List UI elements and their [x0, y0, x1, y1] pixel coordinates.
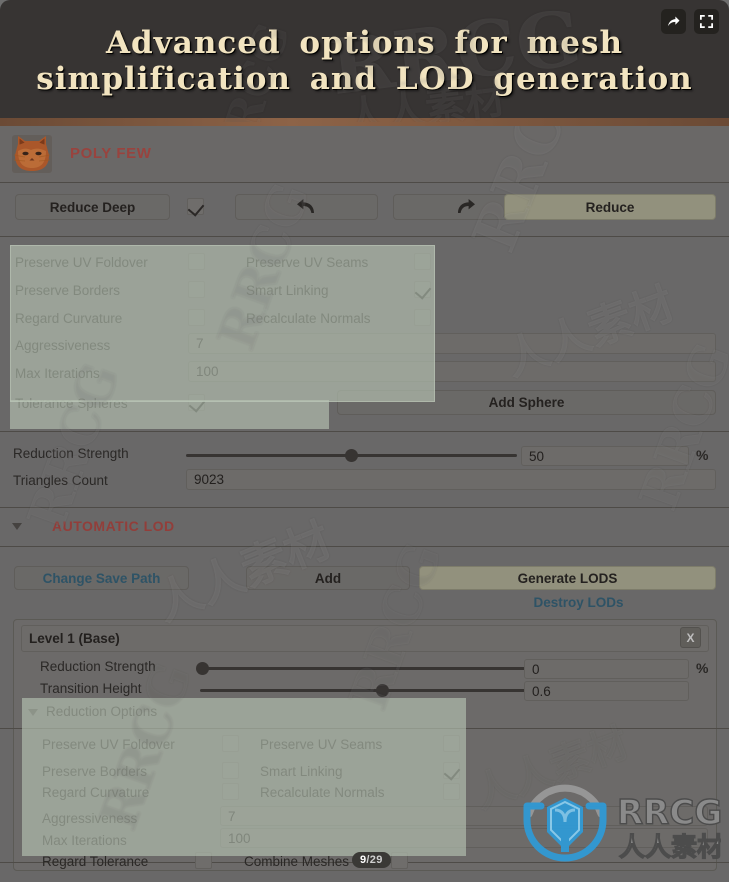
label-max-iterations: Max Iterations [15, 366, 100, 381]
cat-face-logo [12, 135, 52, 173]
rrcg-brand-logo: RRCG 人人素材 [515, 780, 724, 872]
lod-option-label-preserve-uv-foldover: Preserve UV Foldover [42, 737, 175, 752]
reduce-deep-button[interactable]: Reduce Deep [15, 194, 170, 220]
lod-option-checkbox-recalculate-normals[interactable] [443, 783, 460, 800]
lod-level-1-title: Level 1 (Base) [21, 625, 709, 652]
transition-height-input[interactable]: 0.6 [524, 681, 689, 701]
destroy-lods-link[interactable]: Destroy LODs [430, 595, 727, 610]
reduce-button[interactable]: Reduce [504, 194, 716, 220]
option-label-regard-curvature: Regard Curvature [15, 311, 123, 326]
label-regard-tolerance: Regard Tolerance [42, 854, 149, 869]
aggressiveness-input[interactable]: 7 [188, 333, 716, 354]
label-combine-meshes: Combine Meshes [244, 854, 350, 869]
lod-option-checkbox-regard-curvature[interactable] [222, 783, 239, 800]
change-save-path-button[interactable]: Change Save Path [14, 566, 189, 590]
option-checkbox-preserve-uv-seams[interactable] [414, 253, 431, 270]
banner-actions [661, 9, 719, 34]
title-banner: Advanced options for mesh simplification… [0, 0, 729, 122]
banner-accent-strip [0, 118, 729, 126]
triangles-count-input: 9023 [186, 469, 716, 490]
lod-option-label-preserve-uv-seams: Preserve UV Seams [260, 737, 383, 752]
reduction-strength-slider-knob[interactable] [345, 449, 358, 462]
svg-text:人人素材: 人人素材 [619, 833, 721, 863]
transition-height-slider-track[interactable] [200, 689, 525, 692]
reduce-deep-checkbox[interactable] [187, 198, 204, 215]
lod-option-label-preserve-borders: Preserve Borders [42, 764, 148, 779]
lod-option-checkbox-preserve-borders[interactable] [222, 762, 239, 779]
option-checkbox-preserve-uv-foldover[interactable] [188, 253, 205, 270]
lod-option-label-smart-linking: Smart Linking [260, 764, 343, 779]
page-total: 29 [369, 854, 383, 866]
fullscreen-icon[interactable] [694, 9, 719, 34]
lod-reduction-options-title: Reduction Options [46, 704, 158, 719]
divider-options [0, 431, 729, 432]
transition-height-slider-knob[interactable] [376, 684, 389, 697]
section-title-automatic-lod: AUTOMATIC LOD [52, 518, 175, 534]
max-iterations-input[interactable]: 100 [188, 361, 716, 382]
lod-reduction-strength-input[interactable]: 0 [524, 659, 689, 679]
option-label-smart-linking: Smart Linking [246, 283, 329, 298]
label-triangles-count: Triangles Count [13, 473, 108, 488]
option-label-preserve-uv-foldover: Preserve UV Foldover [15, 255, 148, 270]
redo-arrow-icon [452, 196, 478, 219]
polyfew-inspector-panel: POLY FEW Reduce Deep Reduce Preserve UV … [0, 126, 729, 882]
reduction-strength-input[interactable]: 50 [521, 446, 689, 466]
label-transition-height: Transition Height [40, 681, 142, 696]
label-lod-max-iterations: Max Iterations [42, 833, 127, 848]
add-sphere-button[interactable]: Add Sphere [337, 390, 716, 415]
lod-option-label-regard-curvature: Regard Curvature [42, 785, 150, 800]
banner-title-line-1: Advanced options for mesh [106, 24, 623, 61]
divider-lod-header [0, 546, 729, 547]
option-checkbox-recalculate-normals[interactable] [414, 309, 431, 326]
lod-reduction-strength-slider-knob[interactable] [196, 662, 209, 675]
add-lod-button[interactable]: Add [246, 566, 410, 590]
divider-before-lod [0, 507, 729, 508]
automatic-lod-foldout-triangle[interactable] [12, 523, 22, 530]
undo-arrow-icon [294, 196, 320, 219]
option-checkbox-preserve-borders[interactable] [188, 281, 205, 298]
page-indicator-badge: 9/29 [352, 852, 391, 868]
divider-header [0, 182, 729, 183]
option-checkbox-regard-curvature[interactable] [188, 309, 205, 326]
reduction-strength-percent-sign: % [696, 447, 709, 463]
lod-level-1-close-button[interactable]: X [680, 627, 701, 648]
banner-title-line-2: simplification and LOD generation [36, 61, 693, 97]
svg-text:RRCG: RRCG [617, 793, 721, 833]
regard-tolerance-checkbox[interactable] [195, 852, 212, 869]
lod-reduction-strength-slider-track[interactable] [200, 667, 525, 670]
lod-reduction-options-foldout-triangle[interactable] [28, 709, 38, 716]
label-reduction-strength: Reduction Strength [13, 446, 129, 461]
option-label-preserve-uv-seams: Preserve UV Seams [246, 255, 369, 270]
option-checkbox-smart-linking[interactable] [414, 281, 431, 298]
lod-option-checkbox-smart-linking[interactable] [443, 762, 460, 779]
share-arrow-icon[interactable] [661, 9, 686, 34]
undo-button[interactable] [235, 194, 378, 220]
label-lod-reduction-strength: Reduction Strength [40, 659, 156, 674]
option-label-recalculate-normals: Recalculate Normals [246, 311, 371, 326]
tolerance-spheres-checkbox[interactable] [188, 394, 205, 411]
screenshot-root: Advanced options for mesh simplification… [0, 0, 729, 882]
lod-strength-percent-sign: % [696, 660, 709, 676]
label-aggressiveness: Aggressiveness [15, 338, 111, 353]
option-label-preserve-borders: Preserve Borders [15, 283, 121, 298]
label-tolerance-spheres: Tolerance Spheres [15, 396, 128, 411]
page-title: POLY FEW [70, 145, 152, 162]
divider-lod-options [0, 728, 729, 729]
combine-meshes-checkbox[interactable] [391, 852, 408, 869]
lod-option-checkbox-preserve-uv-seams[interactable] [443, 735, 460, 752]
lod-option-label-recalculate-normals: Recalculate Normals [260, 785, 385, 800]
label-lod-aggressiveness: Aggressiveness [42, 811, 138, 826]
divider-toolbar [0, 236, 729, 237]
lod-option-checkbox-preserve-uv-foldover[interactable] [222, 735, 239, 752]
generate-lods-button[interactable]: Generate LODS [419, 566, 716, 590]
